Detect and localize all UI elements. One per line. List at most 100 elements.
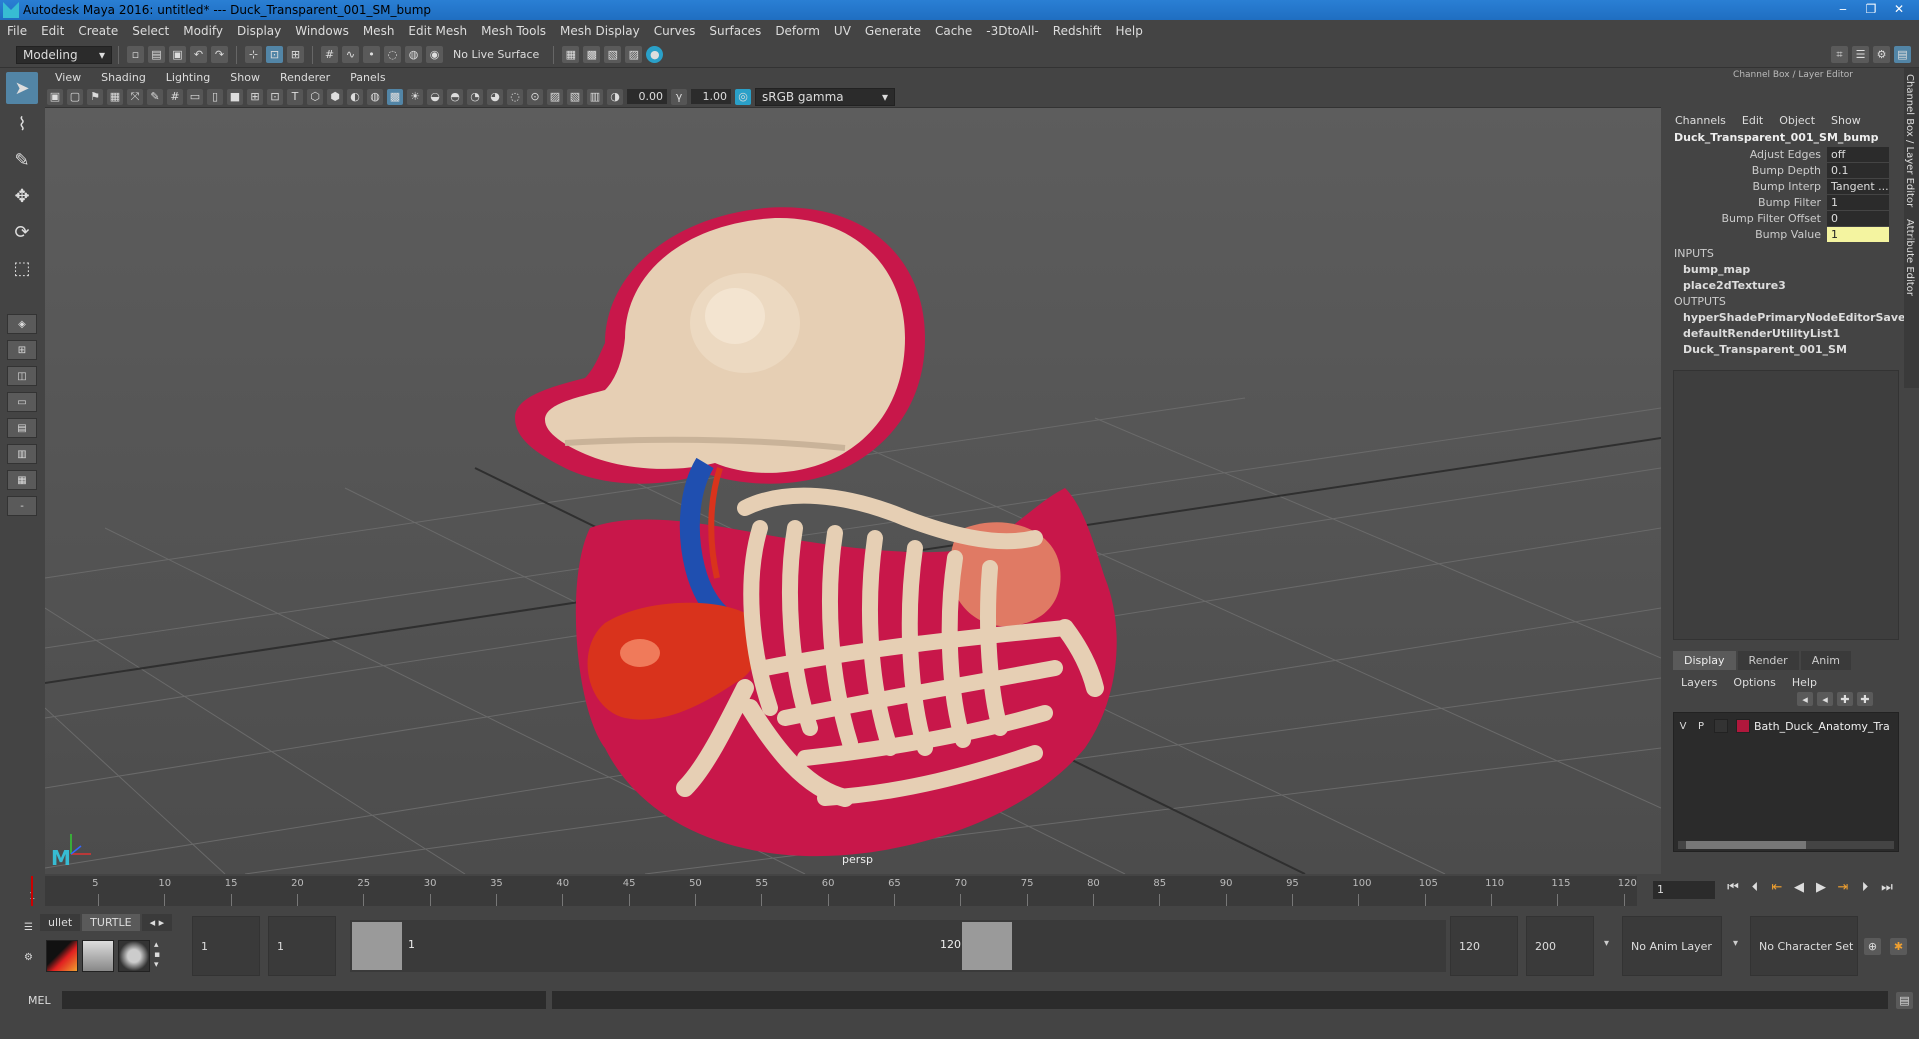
safe-action-icon[interactable]: ⊡ bbox=[267, 88, 283, 105]
persp-outliner-layout-icon[interactable]: ▭ bbox=[7, 392, 37, 412]
viewport-menu-shading[interactable]: Shading bbox=[91, 71, 156, 84]
ipr-render-icon[interactable]: ▧ bbox=[604, 46, 622, 63]
shelf-tab-turtle[interactable]: TURTLE bbox=[82, 914, 140, 931]
new-layer-icon[interactable]: ✚ bbox=[1837, 692, 1853, 706]
go-to-end-icon[interactable]: ⏭ bbox=[1876, 880, 1898, 895]
command-input[interactable] bbox=[62, 991, 546, 1009]
undo-icon[interactable]: ↶ bbox=[190, 46, 207, 63]
move-layer-up-icon[interactable]: ◂ bbox=[1797, 692, 1813, 706]
persp-graph-layout-icon[interactable]: ▤ bbox=[7, 418, 37, 438]
lasso-tool-icon[interactable]: ⌇ bbox=[6, 108, 38, 140]
redo-icon[interactable]: ↷ bbox=[211, 46, 228, 63]
open-scene-icon[interactable]: ▤ bbox=[148, 46, 165, 63]
select-component-icon[interactable]: ⊞ bbox=[287, 46, 304, 63]
layer-visibility-toggle[interactable]: V bbox=[1674, 721, 1692, 732]
menu-windows[interactable]: Windows bbox=[288, 24, 356, 38]
menu-edit[interactable]: Edit bbox=[34, 24, 71, 38]
layer-list-scrollbar[interactable] bbox=[1678, 841, 1894, 849]
viewport-menu-lighting[interactable]: Lighting bbox=[156, 71, 220, 84]
step-back-key-icon[interactable]: ⏴ bbox=[1744, 880, 1766, 895]
menu-mesh[interactable]: Mesh bbox=[356, 24, 402, 38]
render-current-icon[interactable]: ▩ bbox=[583, 46, 601, 63]
minimize-icon[interactable]: ‒ bbox=[1829, 0, 1857, 18]
viewport-menu-panels[interactable]: Panels bbox=[340, 71, 395, 84]
attribute-value[interactable]: 1 bbox=[1827, 226, 1889, 242]
current-frame-field[interactable]: 1 bbox=[1653, 881, 1715, 899]
grid-toggle-icon[interactable]: # bbox=[167, 88, 183, 105]
persp-uv-layout-icon[interactable]: ▦ bbox=[7, 470, 37, 490]
save-scene-icon[interactable]: ▣ bbox=[169, 46, 186, 63]
attribute-value[interactable]: Tangent ... bbox=[1827, 178, 1889, 194]
single-view-layout-icon[interactable]: ◈ bbox=[7, 314, 37, 334]
snap-view-icon[interactable]: ◌ bbox=[384, 46, 401, 63]
maximize-icon[interactable]: ❐ bbox=[1857, 0, 1885, 18]
menu-help[interactable]: Help bbox=[1108, 24, 1149, 38]
shelf-scroll-arrows-icon[interactable]: ▴ ▪ ▾ bbox=[154, 940, 166, 972]
paint-select-tool-icon[interactable]: ✎ bbox=[6, 144, 38, 176]
shelf-settings-icon[interactable]: ⚙ bbox=[24, 952, 38, 964]
play-forward-icon[interactable]: ▶ bbox=[1810, 880, 1832, 895]
wireframe-on-shaded-icon[interactable]: ◍ bbox=[367, 88, 383, 105]
layer-row[interactable]: V P Bath_Duck_Anatomy_Tra bbox=[1674, 717, 1898, 735]
image-plane-icon[interactable]: ▦ bbox=[107, 88, 123, 105]
attribute-value[interactable]: off bbox=[1827, 146, 1889, 162]
menu-surfaces[interactable]: Surfaces bbox=[702, 24, 768, 38]
scrollbar-thumb[interactable] bbox=[1686, 841, 1806, 849]
selected-node-name[interactable]: Duck_Transparent_001_SM_bump bbox=[1667, 130, 1919, 146]
select-object-icon[interactable]: ⊡ bbox=[266, 46, 283, 63]
script-language-label[interactable]: MEL bbox=[0, 994, 51, 1007]
turtle-render-icon[interactable] bbox=[46, 940, 78, 972]
attribute-value[interactable]: 0.1 bbox=[1827, 162, 1889, 178]
menu-cache[interactable]: Cache bbox=[928, 24, 979, 38]
xray-components-icon[interactable]: ▥ bbox=[587, 88, 603, 105]
viewport-menu-show[interactable]: Show bbox=[220, 71, 270, 84]
gamma-icon[interactable]: γ bbox=[671, 88, 687, 105]
snap-surface-icon[interactable]: ◍ bbox=[405, 46, 422, 63]
menu-modify[interactable]: Modify bbox=[176, 24, 230, 38]
menu-file[interactable]: File bbox=[0, 24, 34, 38]
attribute-value[interactable]: 0 bbox=[1827, 210, 1889, 226]
use-all-lights-icon[interactable]: ☀ bbox=[407, 88, 423, 105]
default-material-icon[interactable]: ◐ bbox=[347, 88, 363, 105]
play-backward-icon[interactable]: ◀ bbox=[1788, 880, 1810, 895]
bookmark-icon[interactable]: ⚑ bbox=[87, 88, 103, 105]
menu-create[interactable]: Create bbox=[71, 24, 125, 38]
turtle-bake-icon[interactable] bbox=[82, 940, 114, 972]
layer-name[interactable]: Bath_Duck_Anatomy_Tra bbox=[1754, 720, 1890, 733]
step-forward-key-icon[interactable]: ⏵ bbox=[1854, 880, 1876, 895]
cb-menu-edit[interactable]: Edit bbox=[1734, 114, 1771, 127]
layer-display-type[interactable] bbox=[1714, 719, 1728, 733]
menu-generate[interactable]: Generate bbox=[858, 24, 928, 38]
playback-start-field[interactable]: 1 bbox=[268, 916, 336, 976]
exposure-icon[interactable]: ◑ bbox=[607, 88, 623, 105]
field-chart-icon[interactable]: ⊞ bbox=[247, 88, 263, 105]
layer-menu-options[interactable]: Options bbox=[1725, 676, 1783, 689]
animation-preferences-icon[interactable]: ✱ bbox=[1890, 938, 1907, 955]
xray-icon[interactable]: ▨ bbox=[547, 88, 563, 105]
smooth-shade-icon[interactable]: ⬢ bbox=[327, 88, 343, 105]
cb-menu-channels[interactable]: Channels bbox=[1667, 114, 1734, 127]
menu-mesh-tools[interactable]: Mesh Tools bbox=[474, 24, 553, 38]
tab-channel-box-layer-editor[interactable]: Channel Box / Layer Editor bbox=[1904, 68, 1915, 213]
screen-space-ao-icon[interactable]: ◓ bbox=[447, 88, 463, 105]
color-management-icon[interactable]: ◎ bbox=[735, 88, 751, 105]
character-set-dropdown[interactable]: No Character Set bbox=[1750, 916, 1858, 976]
2d-pan-zoom-icon[interactable]: ⤧ bbox=[127, 88, 143, 105]
camera-select-icon[interactable]: ▣ bbox=[47, 88, 63, 105]
mode-dropdown[interactable]: Modeling ▾ bbox=[16, 45, 112, 64]
output-node[interactable]: hyperShadePrimaryNodeEditorSavedT... bbox=[1667, 310, 1919, 326]
output-node[interactable]: Duck_Transparent_001_SM bbox=[1667, 342, 1919, 358]
step-back-frame-icon[interactable]: ⇤ bbox=[1766, 880, 1788, 895]
shadows-icon[interactable]: ◒ bbox=[427, 88, 443, 105]
custom-layout-icon[interactable]: - bbox=[7, 496, 37, 516]
exposure-field[interactable]: 0.00 bbox=[627, 89, 667, 104]
hypershade-layout-icon[interactable]: ▥ bbox=[7, 444, 37, 464]
auto-key-icon[interactable]: ⊕ bbox=[1864, 938, 1881, 955]
tab-display[interactable]: Display bbox=[1673, 651, 1736, 670]
anim-layer-dropdown[interactable]: No Anim Layer bbox=[1622, 916, 1722, 976]
colorspace-dropdown[interactable]: sRGB gamma ▾ bbox=[755, 87, 895, 106]
range-end-handle[interactable] bbox=[962, 922, 1012, 970]
xray-joints-icon[interactable]: ▧ bbox=[567, 88, 583, 105]
animation-start-field[interactable]: 1 bbox=[192, 916, 260, 976]
menu-select[interactable]: Select bbox=[125, 24, 176, 38]
